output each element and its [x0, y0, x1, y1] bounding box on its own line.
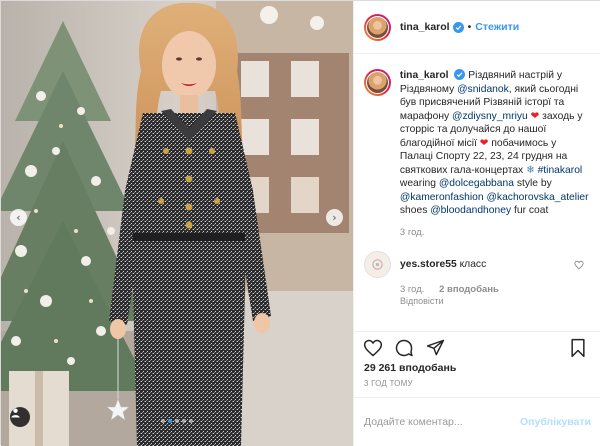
- comment-like-count[interactable]: 2 вподобань: [439, 284, 499, 295]
- comment-timestamp: 3 год.: [400, 284, 425, 295]
- header-separator: •: [467, 21, 472, 33]
- hashtag-link[interactable]: #tinakarol: [538, 165, 583, 176]
- add-comment-bar: Опублікувати: [354, 397, 600, 446]
- next-photo-button[interactable]: ›: [326, 209, 343, 226]
- person-tag-icon: [11, 408, 20, 418]
- comment-meta: 3 год. 2 вподобань: [400, 284, 589, 295]
- instagram-post: ‹ › tina_karol • Стежити tina_karol Різд…: [0, 0, 600, 446]
- like-comment-button[interactable]: [574, 260, 584, 273]
- carousel-dot: [161, 419, 165, 423]
- mention-link[interactable]: @dolcegabbana: [439, 178, 514, 189]
- save-button[interactable]: [567, 337, 589, 359]
- commenter-username[interactable]: yes.store55: [400, 259, 457, 270]
- comment-row: yes.store55 класс: [364, 251, 589, 278]
- speech-bubble-icon: [395, 339, 413, 356]
- caption-author-avatar[interactable]: [364, 69, 391, 96]
- like-button[interactable]: [362, 337, 384, 359]
- carousel-indicator: [1, 419, 353, 423]
- caption-text-part: fur coat: [511, 205, 549, 216]
- caption-text-part: wearing: [399, 178, 439, 189]
- heart-outline-icon: [574, 260, 584, 270]
- heart-outline-icon: [363, 339, 383, 356]
- carousel-dot: [175, 419, 179, 423]
- tagged-people-button[interactable]: [10, 407, 30, 427]
- caption-comment: tina_karol Різдвяний настрій у Різдвяном…: [364, 69, 589, 239]
- snowflake-emoji: ❄: [526, 164, 535, 176]
- commenter-avatar[interactable]: [364, 251, 391, 278]
- share-button[interactable]: [424, 337, 446, 359]
- mention-link[interactable]: @kachorovska_atelier: [486, 192, 588, 203]
- caption-text-part: style by: [513, 178, 552, 189]
- comment-text: yes.store55 класс: [400, 259, 486, 270]
- verified-badge-icon: [452, 21, 464, 33]
- mention-link[interactable]: @kameronfashion: [400, 192, 484, 203]
- comment-button[interactable]: [393, 337, 415, 359]
- red-heart-emoji: ❤: [530, 110, 540, 122]
- carousel-dot: [189, 419, 193, 423]
- likes-count[interactable]: 29 261 вподобань: [364, 362, 456, 374]
- comments-section: tina_karol Різдвяний настрій у Різдвяном…: [354, 55, 600, 325]
- post-side-panel: tina_karol • Стежити tina_karol Різдвяни…: [353, 1, 600, 446]
- caption-timestamp: 3 год.: [399, 226, 425, 238]
- author-avatar[interactable]: [364, 13, 391, 41]
- caption-username[interactable]: tina_karol: [400, 70, 449, 81]
- verified-badge-icon: [454, 69, 466, 80]
- carousel-dot: [182, 419, 186, 423]
- reply-button[interactable]: Відповісти: [400, 296, 589, 306]
- publish-comment-button[interactable]: Опублікувати: [520, 416, 591, 428]
- mention-link[interactable]: @bloodandhoney: [430, 205, 511, 216]
- photo-illustration: [1, 1, 353, 446]
- post-header: tina_karol • Стежити: [354, 1, 600, 54]
- mention-link[interactable]: @zdiysny_mriyu: [452, 111, 528, 122]
- post-actions-bar: [354, 331, 600, 359]
- comment-input[interactable]: [364, 416, 520, 428]
- store-logo-icon: [372, 259, 383, 270]
- author-username[interactable]: tina_karol: [400, 21, 450, 33]
- caption-text-part: shoes: [399, 205, 431, 216]
- red-heart-emoji: ❤: [479, 137, 489, 149]
- post-photo[interactable]: ‹ ›: [1, 1, 353, 446]
- follow-button[interactable]: Стежити: [475, 21, 519, 33]
- post-timestamp[interactable]: 3 ГОД ТОМУ: [364, 379, 413, 388]
- paper-plane-icon: [426, 339, 444, 356]
- chevron-left-icon: ‹: [16, 211, 21, 224]
- chevron-right-icon: ›: [332, 211, 337, 224]
- carousel-dot-active: [168, 419, 172, 423]
- comment-body: класс: [459, 259, 487, 270]
- bookmark-icon: [571, 338, 585, 357]
- previous-photo-button[interactable]: ‹: [10, 209, 27, 226]
- caption-text: tina_karol Різдвяний настрій у Різдвяном…: [400, 69, 589, 239]
- mention-link[interactable]: @snidanok: [457, 84, 509, 95]
